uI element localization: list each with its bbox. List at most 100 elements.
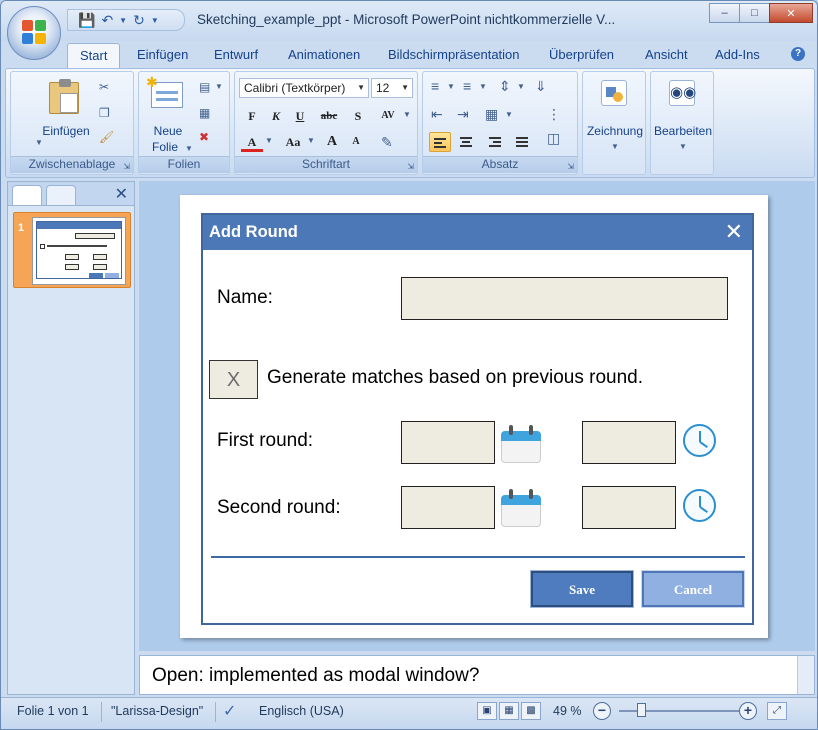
change-case-button[interactable]: Aa (279, 132, 307, 152)
text-direction-icon[interactable]: ⇓ (535, 78, 547, 95)
format-painter-icon[interactable]: 🖌 (99, 130, 114, 144)
font-color-dropdown-icon[interactable]: ▼ (265, 136, 273, 145)
minimize-button[interactable]: – (709, 3, 740, 23)
clear-formatting-icon[interactable]: ✎ (381, 134, 393, 151)
bold-button[interactable]: F (241, 106, 263, 126)
increase-indent-icon[interactable]: ⇥ (457, 106, 469, 123)
strikethrough-button[interactable]: abc (315, 106, 343, 126)
font-size-combo[interactable]: 12 ▼ (371, 78, 413, 98)
paragraph-launcher-icon[interactable]: ⇲ (567, 162, 574, 171)
underline-button[interactable]: U (289, 106, 311, 126)
align-center-button[interactable] (455, 132, 477, 152)
columns-icon[interactable]: ▦ (485, 106, 498, 123)
tab-ansicht[interactable]: Ansicht (645, 47, 688, 62)
notes-scrollbar[interactable] (797, 656, 814, 694)
help-icon[interactable]: ? (791, 47, 805, 61)
tab-ueberpruefen[interactable]: Überprüfen (549, 47, 614, 62)
tab-bildschirmpraesentation[interactable]: Bildschirmpräsentation (388, 47, 520, 62)
bullets-icon[interactable]: ≡ (431, 78, 439, 94)
drawing-dropdown-icon[interactable]: ▼ (611, 142, 619, 151)
align-text-icon[interactable]: ⋮ (547, 106, 561, 123)
columns-dropdown-icon[interactable]: ▼ (505, 110, 513, 119)
paste-button-label[interactable]: Einfügen (31, 124, 101, 139)
numbering-dropdown-icon[interactable]: ▼ (479, 82, 487, 91)
tab-entwurf[interactable]: Entwurf (214, 47, 258, 62)
new-slide-icon[interactable]: ✱ (146, 75, 183, 108)
close-button[interactable]: ✕ (769, 3, 813, 23)
close-pane-icon[interactable]: ✕ (115, 184, 128, 204)
notes-text[interactable]: Open: implemented as modal window? (152, 665, 479, 687)
justify-button[interactable] (511, 132, 533, 152)
font-launcher-icon[interactable]: ⇲ (407, 162, 414, 171)
language-status[interactable]: Englisch (USA) (259, 704, 344, 718)
tab-add-ins[interactable]: Add-Ins (715, 47, 760, 62)
font-name-combo[interactable]: Calibri (Textkörper) ▼ (239, 78, 369, 98)
undo-icon[interactable]: ↶ (101, 12, 113, 29)
align-left-button[interactable] (429, 132, 451, 152)
tab-start[interactable]: Start (67, 43, 121, 69)
grow-font-button[interactable]: A (321, 132, 343, 152)
change-case-dropdown-icon[interactable]: ▼ (307, 136, 315, 145)
drawing-label[interactable]: Zeichnung (583, 124, 647, 139)
zoom-level[interactable]: 49 % (553, 704, 582, 718)
editing-dropdown-icon[interactable]: ▼ (679, 142, 687, 151)
shadow-button[interactable]: S (347, 106, 369, 126)
tab-einfuegen[interactable]: Einfügen (137, 47, 188, 62)
dialog-close-icon[interactable]: ✕ (725, 219, 743, 245)
slideshow-view-icon[interactable]: ▩ (521, 702, 541, 720)
zoom-slider-thumb[interactable] (637, 703, 646, 717)
new-slide-dropdown-icon[interactable]: ▼ (185, 144, 193, 153)
name-input[interactable] (401, 277, 728, 320)
bullets-dropdown-icon[interactable]: ▼ (447, 82, 455, 91)
slide-sorter-view-icon[interactable]: ▦ (499, 702, 519, 720)
decrease-indent-icon[interactable]: ⇤ (431, 106, 443, 123)
clipboard-launcher-icon[interactable]: ⇲ (123, 162, 130, 171)
first-round-date-input[interactable] (401, 421, 495, 464)
first-round-time-input[interactable] (582, 421, 676, 464)
spelling-check-icon[interactable]: ✓ (223, 701, 236, 721)
slide-canvas[interactable]: Add Round ✕ Name: X Generate matches bas… (180, 195, 768, 638)
redo-icon[interactable]: ↻ (133, 12, 145, 29)
second-round-calendar-icon[interactable] (501, 489, 541, 527)
maximize-button[interactable]: □ (739, 3, 770, 23)
undo-dropdown-icon[interactable]: ▼ (119, 16, 127, 25)
shapes-icon[interactable] (601, 80, 627, 106)
tab-outline-icon[interactable] (46, 185, 76, 205)
cut-icon[interactable]: ✂ (99, 80, 109, 94)
notes-pane[interactable]: Open: implemented as modal window? (139, 655, 815, 695)
zoom-out-icon[interactable]: − (593, 702, 611, 720)
line-spacing-icon[interactable]: ⇕ (499, 78, 511, 95)
tab-slides-icon[interactable] (12, 185, 42, 205)
customize-toolbar-icon[interactable]: ▼ (151, 16, 159, 25)
italic-button[interactable]: K (265, 106, 287, 126)
new-slide-label-1[interactable]: Neue (143, 124, 193, 139)
group-drawing[interactable]: Zeichnung ▼ (582, 71, 646, 175)
tab-animationen[interactable]: Animationen (288, 47, 360, 62)
second-round-time-input[interactable] (582, 486, 676, 529)
save-icon[interactable]: 💾 (78, 12, 95, 29)
line-spacing-dropdown-icon[interactable]: ▼ (517, 82, 525, 91)
smartart-icon[interactable]: ◫ (547, 130, 560, 147)
font-color-button[interactable]: A (241, 132, 263, 152)
reset-slide-icon[interactable]: ▦ (199, 106, 210, 120)
binoculars-icon[interactable]: ◉◉ (669, 80, 696, 106)
second-round-date-input[interactable] (401, 486, 495, 529)
fit-to-window-icon[interactable]: ⤢ (767, 702, 787, 720)
second-round-clock-icon[interactable] (683, 489, 716, 522)
new-slide-label-2[interactable]: Folie (143, 140, 187, 155)
cancel-button[interactable]: Cancel (641, 570, 745, 608)
copy-icon[interactable]: ❐ (99, 106, 110, 120)
generate-matches-checkbox[interactable]: X (209, 360, 258, 399)
theme-status[interactable]: "Larissa-Design" (111, 704, 203, 718)
zoom-in-icon[interactable]: + (739, 702, 757, 720)
layout-dropdown-icon[interactable]: ▼ (215, 82, 223, 91)
font-size-dropdown-icon[interactable]: ▼ (401, 83, 409, 92)
group-editing[interactable]: ◉◉ Bearbeiten ▼ (650, 71, 714, 175)
font-name-dropdown-icon[interactable]: ▼ (357, 83, 365, 92)
align-right-button[interactable] (483, 132, 505, 152)
save-button[interactable]: Save (530, 570, 634, 608)
paste-dropdown-icon[interactable]: ▼ (35, 138, 43, 147)
shrink-font-button[interactable]: A (345, 132, 367, 152)
first-round-clock-icon[interactable] (683, 424, 716, 457)
normal-view-icon[interactable]: ▣ (477, 702, 497, 720)
